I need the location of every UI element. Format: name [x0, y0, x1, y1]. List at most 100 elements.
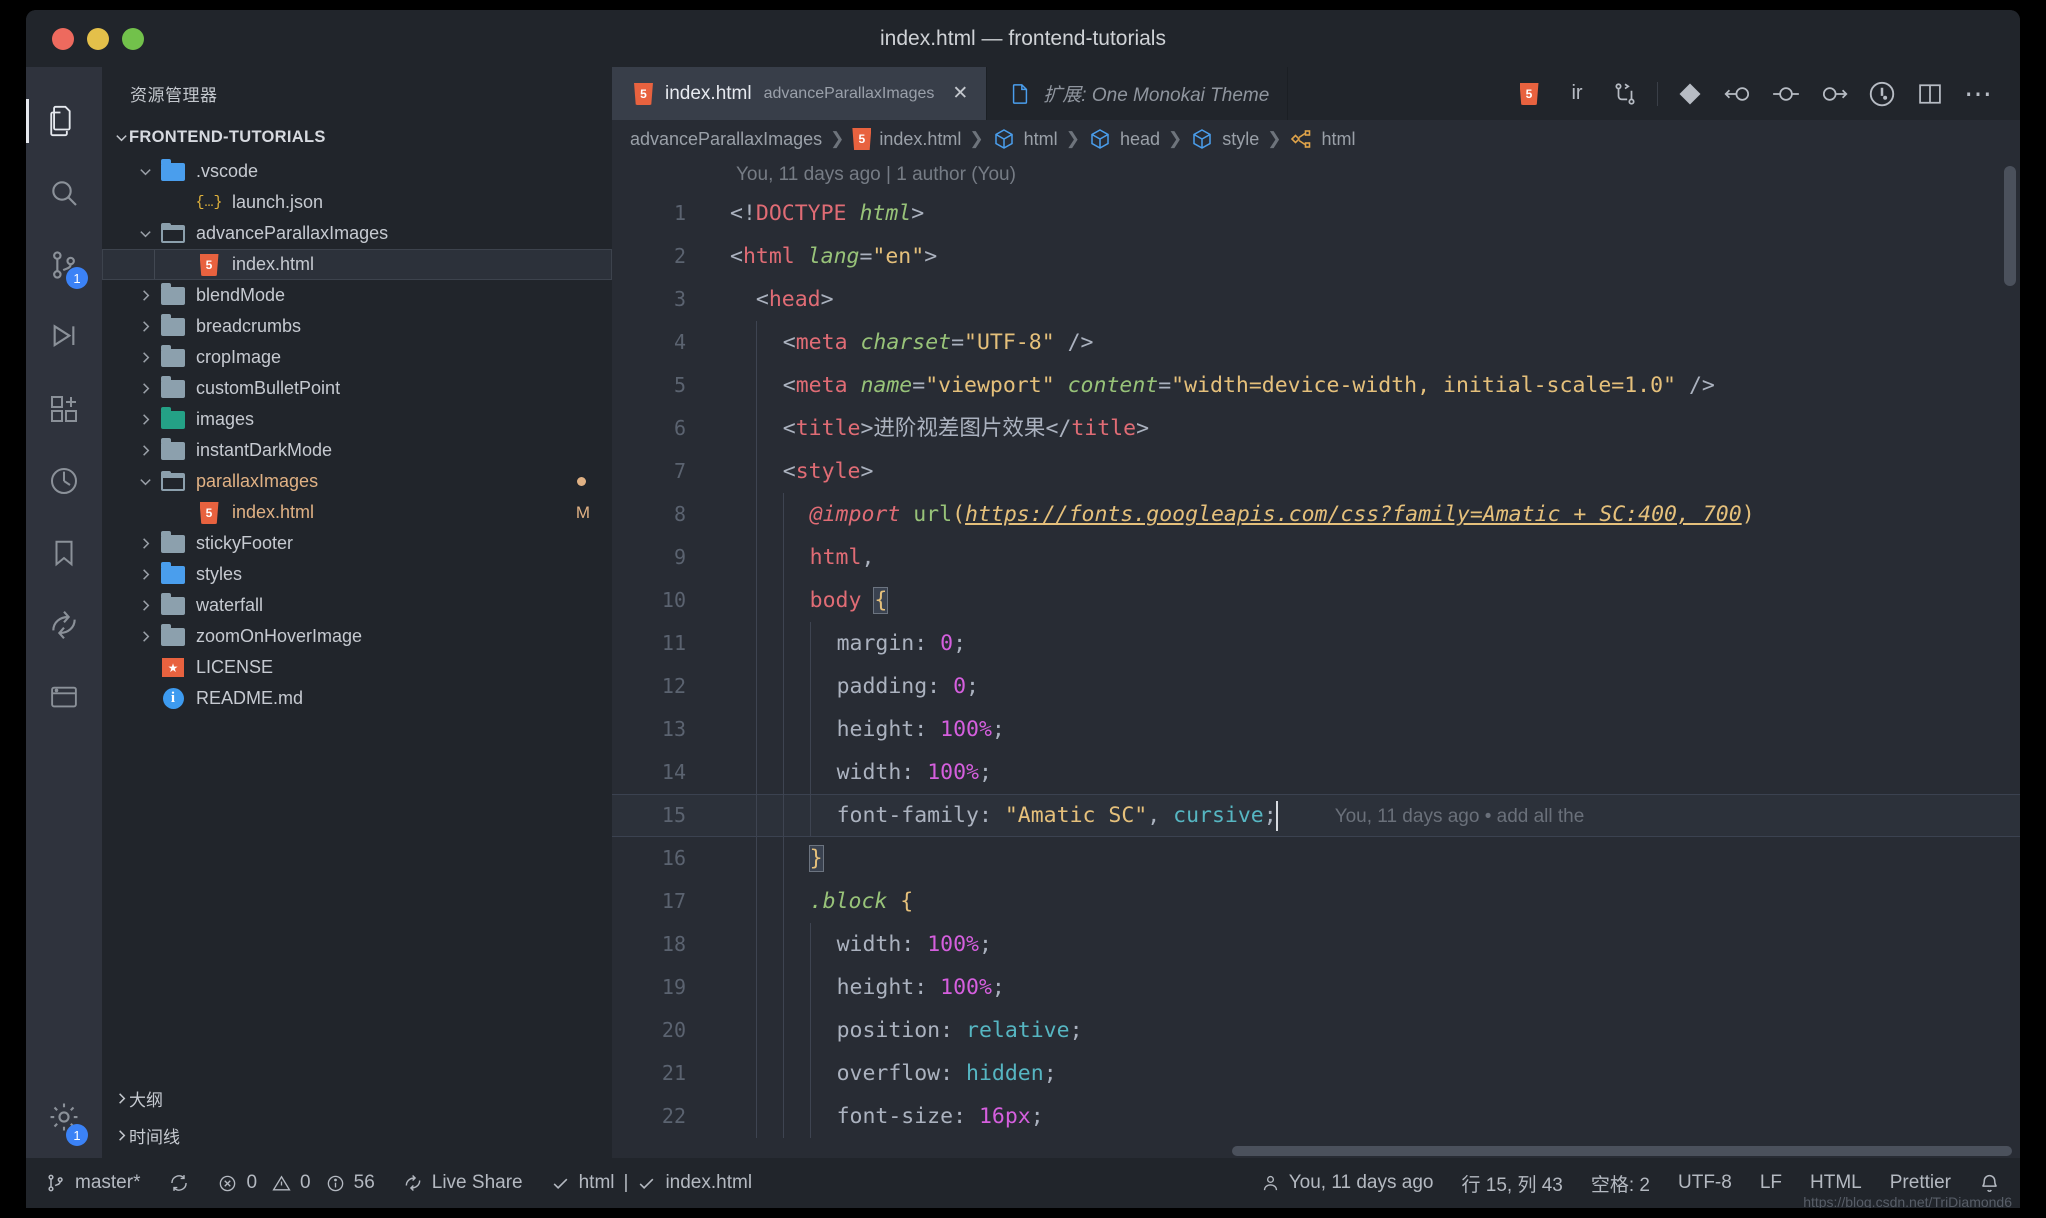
commit-node-icon[interactable]: [1762, 67, 1810, 120]
tree-row-license[interactable]: ★ LICENSE: [102, 652, 612, 683]
tree-row-custom-bullet-point[interactable]: customBulletPoint: [102, 373, 612, 404]
code-line[interactable]: 18 width: 100%;: [612, 923, 2020, 966]
tree-row-index-html-modified[interactable]: 5 index.html M: [102, 497, 612, 528]
activity-item-bookmarks[interactable]: [26, 517, 102, 589]
maximize-window-button[interactable]: [122, 27, 144, 50]
tree-row-waterfall[interactable]: waterfall: [102, 590, 612, 621]
code-line[interactable]: 12 padding: 0;: [612, 665, 2020, 708]
breadcrumb-item-html[interactable]: html: [992, 127, 1058, 151]
activity-item-source-control[interactable]: 1: [26, 229, 102, 301]
line-content: <head>: [755, 287, 834, 312]
workspace-folder-header[interactable]: FRONTEND-TUTORIALS: [102, 119, 612, 156]
split-editor-icon[interactable]: [1906, 67, 1954, 120]
code-line[interactable]: 5 <meta name="viewport" content="width=d…: [612, 364, 2020, 407]
code-line[interactable]: 17 .block {: [612, 880, 2020, 923]
close-icon[interactable]: ✕: [952, 82, 968, 105]
activity-item-live-share[interactable]: [26, 589, 102, 661]
tree-label: instantDarkMode: [196, 440, 333, 460]
tree-row-styles[interactable]: styles: [102, 559, 612, 590]
breadcrumb-item-head[interactable]: head: [1088, 127, 1160, 151]
horizontal-scrollbar[interactable]: [1232, 1146, 2012, 1156]
status-eol[interactable]: LF: [1746, 1158, 1796, 1208]
html-preview-icon[interactable]: 5: [1505, 67, 1553, 120]
code-line[interactable]: 6 <title>进阶视差图片效果</title>: [612, 407, 2020, 450]
tree-row-sticky-footer[interactable]: stickyFooter: [102, 528, 612, 559]
go-back-commit-icon[interactable]: [1714, 67, 1762, 120]
code-line[interactable]: 22 font-size: 16px;: [612, 1095, 2020, 1138]
live-share-icon: [48, 609, 80, 641]
status-sync[interactable]: [154, 1158, 204, 1208]
tree-row-launch-json[interactable]: {…} launch.json: [102, 187, 612, 218]
breadcrumb-item-folder[interactable]: advanceParallaxImages: [630, 129, 822, 150]
status-encoding[interactable]: UTF-8: [1664, 1158, 1746, 1208]
status-branch[interactable]: master*: [32, 1158, 154, 1208]
code-line-highlighted[interactable]: 15 font-family: "Amatic SC", cursive; You…: [612, 793, 2020, 837]
tree-row-breadcrumbs[interactable]: breadcrumbs: [102, 311, 612, 342]
blame-toggle-icon[interactable]: [1858, 67, 1906, 120]
tab-description: advanceParallaxImages: [763, 84, 935, 102]
file-tree[interactable]: FRONTEND-TUTORIALS .vscode {…} launch.js…: [102, 119, 612, 1080]
code-line[interactable]: 11 margin: 0;: [612, 622, 2020, 665]
minimize-window-button[interactable]: [87, 27, 109, 50]
status-indentation[interactable]: 空格: 2: [1577, 1158, 1664, 1208]
tree-row-parallax-images[interactable]: parallaxImages: [102, 466, 612, 497]
activity-item-manage[interactable]: 1: [26, 1086, 102, 1158]
chevron-down-icon: [132, 474, 158, 489]
tree-row-crop-image[interactable]: cropImage: [102, 342, 612, 373]
breadcrumb[interactable]: advanceParallaxImages ❯ 5 index.html ❯ h…: [612, 120, 2020, 158]
tree-row-advance-parallax-images[interactable]: advanceParallaxImages: [102, 218, 612, 249]
tree-row-blend-mode[interactable]: blendMode: [102, 280, 612, 311]
status-live-share[interactable]: Live Share: [389, 1158, 537, 1208]
vertical-scrollbar[interactable]: [2004, 166, 2016, 286]
tree-row-vscode[interactable]: .vscode: [102, 156, 612, 187]
status-problems[interactable]: 0 0 56: [204, 1158, 388, 1208]
git-compare-icon[interactable]: [1601, 67, 1649, 120]
activity-item-extensions[interactable]: [26, 373, 102, 445]
code-line[interactable]: 20 position: relative;: [612, 1009, 2020, 1052]
code-line[interactable]: 4 <meta charset="UTF-8" />: [612, 321, 2020, 364]
activity-item-explorer[interactable]: [26, 85, 102, 157]
open-preview-label[interactable]: ir: [1553, 67, 1601, 120]
tree-row-readme[interactable]: i README.md: [102, 683, 612, 714]
sidebar-section-timeline[interactable]: 时间线: [102, 1117, 612, 1154]
activity-item-run-and-debug[interactable]: [26, 301, 102, 373]
breadcrumb-label: index.html: [879, 128, 962, 149]
traffic-light-controls[interactable]: [26, 27, 144, 50]
code-line[interactable]: 14 width: 100%;: [612, 751, 2020, 794]
activity-item-remote-explorer[interactable]: [26, 661, 102, 733]
code-line[interactable]: 1 <!DOCTYPE html>: [612, 192, 2020, 235]
tree-row-index-html-active[interactable]: 5 index.html: [102, 249, 612, 280]
status-html-check[interactable]: html | index.html: [537, 1158, 766, 1208]
code-editor[interactable]: You, 11 days ago | 1 author (You) 1 <!DO…: [612, 158, 2020, 1158]
tree-row-instant-dark-mode[interactable]: instantDarkMode: [102, 435, 612, 466]
code-line[interactable]: 8 @import url(https://fonts.googleapis.c…: [612, 493, 2020, 536]
code-lines[interactable]: 1 <!DOCTYPE html> 2 <html lang="en"> 3 <…: [612, 192, 2020, 1138]
status-cursor-position[interactable]: 行 15, 列 43: [1447, 1158, 1576, 1208]
code-line[interactable]: 3 <head>: [612, 278, 2020, 321]
tree-row-zoom-on-hover-image[interactable]: zoomOnHoverImage: [102, 621, 612, 652]
git-lens-diamond-icon[interactable]: [1666, 67, 1714, 120]
code-line[interactable]: 7 <style>: [612, 450, 2020, 493]
more-actions-icon[interactable]: ⋯: [1954, 67, 2002, 120]
code-line[interactable]: 13 height: 100%;: [612, 708, 2020, 751]
tree-row-images[interactable]: images: [102, 404, 612, 435]
close-window-button[interactable]: [52, 27, 74, 50]
sidebar-section-outline[interactable]: 大纲: [102, 1080, 612, 1117]
activity-item-testing[interactable]: [26, 445, 102, 517]
code-line[interactable]: 2 <html lang="en">: [612, 235, 2020, 278]
status-blame[interactable]: You, 11 days ago: [1247, 1158, 1448, 1208]
breadcrumb-item-style[interactable]: style: [1190, 127, 1259, 151]
tab-extension-one-monokai-theme[interactable]: 扩展: One Monokai Theme: [987, 67, 1289, 120]
breadcrumb-item-css-html[interactable]: html: [1290, 127, 1356, 151]
chevron-right-icon: ❯: [1267, 129, 1282, 148]
code-line[interactable]: 9 html,: [612, 536, 2020, 579]
code-line[interactable]: 21 overflow: hidden;: [612, 1052, 2020, 1095]
code-line[interactable]: 10 body {: [612, 579, 2020, 622]
code-line[interactable]: 16 }: [612, 837, 2020, 880]
activity-item-search[interactable]: [26, 157, 102, 229]
tab-index-html[interactable]: 5 index.html advanceParallaxImages ✕: [612, 67, 988, 120]
breadcrumb-item-file[interactable]: 5 index.html: [852, 128, 961, 150]
editor-toolbar: 5 ir ⋯: [1505, 67, 2020, 120]
go-forward-commit-icon[interactable]: [1810, 67, 1858, 120]
code-line[interactable]: 19 height: 100%;: [612, 966, 2020, 1009]
